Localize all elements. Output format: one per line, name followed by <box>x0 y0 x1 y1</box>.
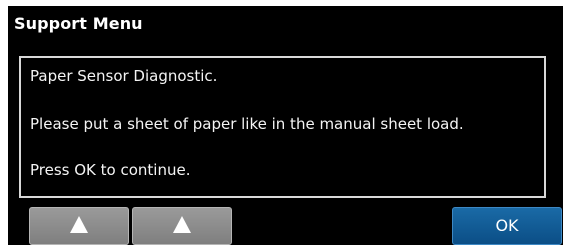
message-line-continue: Press OK to continue. <box>30 161 191 179</box>
ok-button[interactable]: OK <box>452 207 562 245</box>
up-arrow-icon <box>70 216 88 233</box>
page-title: Support Menu <box>14 14 143 33</box>
up-arrow-button-1[interactable] <box>29 207 129 245</box>
message-line-instruction: Please put a sheet of paper like in the … <box>30 115 464 133</box>
message-box: Paper Sensor Diagnostic. Please put a sh… <box>19 56 546 198</box>
support-menu-screen: Support Menu Paper Sensor Diagnostic. Pl… <box>8 6 563 245</box>
message-line-diagnostic: Paper Sensor Diagnostic. <box>30 67 218 85</box>
up-arrow-icon <box>173 216 191 233</box>
up-arrow-button-2[interactable] <box>132 207 232 245</box>
